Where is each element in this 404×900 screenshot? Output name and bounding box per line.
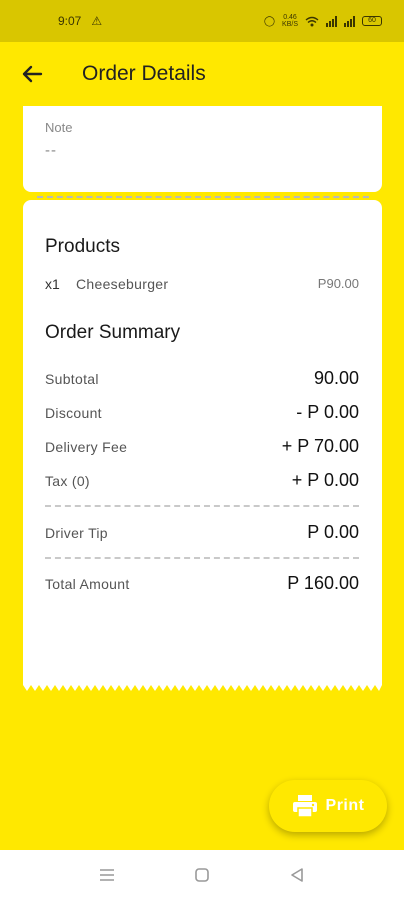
alarm-icon: ◯ — [263, 15, 276, 27]
note-value: -- — [45, 142, 57, 159]
delivery-fee-label: Delivery Fee — [45, 439, 128, 455]
summary-row-delivery-fee: Delivery Fee + P 70.00 — [45, 436, 359, 457]
data-rate-unit: KB/S — [282, 21, 298, 28]
battery-icon: 60 — [362, 16, 382, 26]
summary-divider — [45, 557, 359, 559]
app-bar: Order Details — [0, 42, 404, 106]
subtotal-value: 90.00 — [313, 368, 359, 388]
delivery-fee-value: + P 70.00 — [281, 436, 359, 456]
driver-tip-value: P 0.00 — [307, 522, 359, 542]
page-title: Order Details — [82, 62, 206, 85]
square-icon — [195, 868, 209, 882]
subtotal-label: Subtotal — [45, 371, 99, 387]
note-label: Note — [45, 120, 73, 135]
status-bar: 9:07 ⚠ ◯ 0.46 KB/S 60 — [0, 0, 404, 42]
order-card: Products x1 Cheeseburger P90.00 Order Su… — [23, 200, 382, 685]
summary-row-discount: Discount - P 0.00 — [45, 402, 359, 423]
product-price: P90.00 — [317, 276, 359, 291]
summary-row-tax: Tax (0) + P 0.00 — [45, 470, 359, 491]
data-rate: 0.46 KB/S — [282, 14, 298, 28]
summary-row-driver-tip: Driver Tip P 0.00 — [45, 522, 359, 543]
menu-button[interactable] — [87, 855, 127, 895]
products-title: Products — [45, 236, 120, 257]
system-back-button[interactable] — [277, 855, 317, 895]
ticket-tear-line — [37, 196, 369, 198]
status-time: 9:07 — [58, 14, 82, 28]
printer-icon — [292, 795, 317, 818]
order-summary-title: Order Summary — [45, 322, 181, 343]
wifi-icon — [305, 16, 319, 26]
arrow-left-icon — [22, 65, 43, 83]
total-amount-value: P 160.00 — [287, 573, 359, 593]
signal-icon — [326, 15, 337, 27]
summary-row-subtotal: Subtotal 90.00 — [45, 368, 359, 389]
note-card: Note -- — [23, 106, 382, 192]
back-button[interactable] — [12, 54, 52, 94]
status-indicators: ◯ 0.46 KB/S 60 — [264, 14, 382, 28]
signal-icon-2 — [344, 15, 355, 27]
product-name: Cheeseburger — [76, 276, 169, 292]
home-button[interactable] — [182, 855, 222, 895]
total-amount-label: Total Amount — [45, 576, 130, 592]
triangle-back-icon — [290, 868, 303, 882]
menu-icon — [100, 869, 115, 881]
data-rate-value: 0.46 — [283, 14, 297, 21]
print-label: Print — [325, 797, 365, 814]
tax-label: Tax (0) — [45, 473, 90, 489]
summary-divider — [45, 505, 359, 507]
summary-row-total: Total Amount P 160.00 — [45, 573, 359, 594]
print-button[interactable]: Print — [269, 780, 387, 832]
tax-value: + P 0.00 — [291, 470, 359, 490]
receipt-zigzag-edge — [23, 685, 382, 691]
warning-icon: ⚠ — [91, 14, 103, 28]
discount-label: Discount — [45, 405, 102, 421]
driver-tip-label: Driver Tip — [45, 525, 108, 541]
discount-value: - P 0.00 — [296, 402, 359, 422]
product-qty: x1 — [45, 276, 60, 292]
system-nav-bar — [0, 850, 404, 900]
